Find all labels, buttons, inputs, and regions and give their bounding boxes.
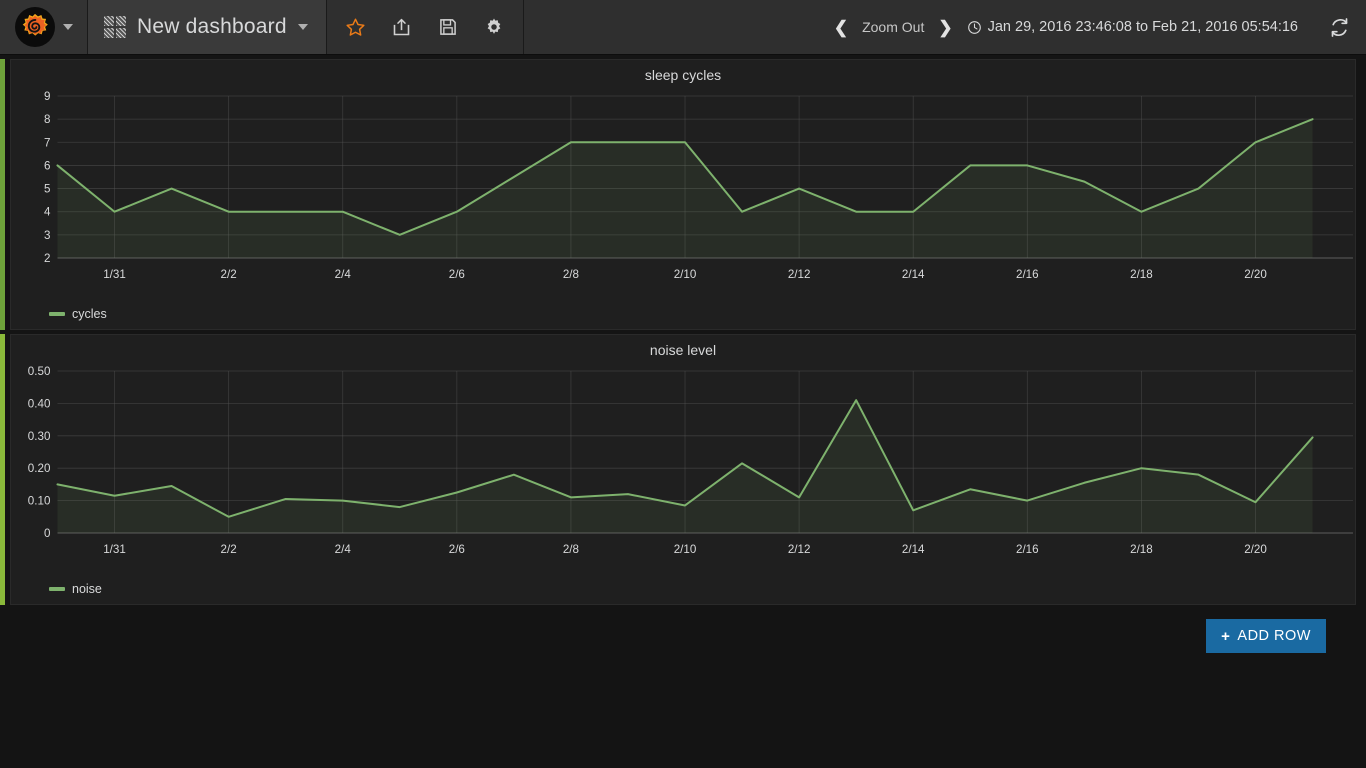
svg-text:2/16: 2/16	[1016, 544, 1039, 556]
settings-button[interactable]	[471, 0, 517, 55]
chevron-down-icon[interactable]	[297, 24, 308, 30]
dashboard-grid-icon	[104, 16, 126, 38]
svg-text:2/8: 2/8	[563, 269, 579, 281]
svg-text:7: 7	[44, 137, 50, 149]
graph-sleep-cycles[interactable]: 2 3 4 5 6 7 8 9 1/31 2/2 2/4 2/6 2/8 2/10 2/12 2/14 2/16…	[11, 86, 1355, 301]
svg-text:2/18: 2/18	[1130, 269, 1153, 281]
plus-icon: +	[1221, 627, 1231, 645]
svg-text:2/18: 2/18	[1130, 544, 1153, 556]
add-row-area: + ADD ROW	[0, 605, 1366, 653]
panel-title[interactable]: noise level	[11, 335, 1355, 361]
svg-text:2: 2	[44, 253, 50, 265]
brand-menu[interactable]	[0, 0, 88, 54]
svg-text:2/6: 2/6	[449, 544, 465, 556]
top-navbar: New dashboard ❮ Zoom Out ❯ Jan 29, 2016 …	[0, 0, 1366, 55]
svg-text:6: 6	[44, 160, 50, 172]
refresh-button[interactable]	[1316, 0, 1362, 55]
legend-label[interactable]: noise	[72, 582, 102, 596]
svg-text:2/10: 2/10	[674, 269, 697, 281]
svg-text:4: 4	[44, 207, 51, 219]
share-button[interactable]	[379, 0, 425, 55]
svg-text:0.10: 0.10	[28, 496, 51, 508]
svg-text:5: 5	[44, 184, 50, 196]
dashboard-row-1: sleep cycles 2 3 4 5 6 7 8 9 1/31 2/2 2/4 2/6 2/8 2/1…	[0, 59, 1356, 330]
svg-text:2/14: 2/14	[902, 544, 925, 556]
dashboard-title: New dashboard	[137, 15, 287, 38]
chevron-down-icon[interactable]	[62, 24, 73, 30]
save-button[interactable]	[425, 0, 471, 55]
legend-sleep-cycles: cycles	[11, 301, 1355, 329]
row-handle-1[interactable]	[0, 59, 5, 330]
svg-text:2/12: 2/12	[788, 269, 811, 281]
svg-text:2/20: 2/20	[1244, 269, 1267, 281]
time-range-picker[interactable]: Jan 29, 2016 23:46:08 to Feb 21, 2016 05…	[967, 19, 1316, 35]
favorite-button[interactable]	[333, 0, 379, 55]
svg-text:2/2: 2/2	[221, 544, 237, 556]
dashboard-row-2: noise level 0 0.10 0.20 0.30 0.40 0.50 1/31 2/2…	[0, 334, 1356, 605]
zoom-out-button[interactable]: Zoom Out	[862, 19, 924, 35]
panel-noise-level[interactable]: noise level 0 0.10 0.20 0.30 0.40 0.50 1/31 2/2…	[10, 334, 1356, 605]
svg-text:2/4: 2/4	[335, 544, 352, 556]
clock-icon	[967, 20, 981, 34]
add-row-label: ADD ROW	[1237, 628, 1311, 644]
zoom-group: ❮ Zoom Out ❯	[834, 19, 967, 36]
svg-text:2/6: 2/6	[449, 269, 465, 281]
svg-text:2/14: 2/14	[902, 269, 925, 281]
legend-label[interactable]: cycles	[72, 307, 107, 321]
svg-text:2/8: 2/8	[563, 544, 579, 556]
svg-text:9: 9	[44, 91, 50, 103]
graph-noise-level[interactable]: 0 0.10 0.20 0.30 0.40 0.50 1/31 2/2 2/4 2/6 2/8 2/1…	[11, 361, 1355, 576]
chevron-left-icon[interactable]: ❮	[834, 19, 848, 36]
svg-text:8: 8	[44, 114, 50, 126]
svg-text:2/10: 2/10	[674, 544, 697, 556]
time-range-label: Jan 29, 2016 23:46:08 to Feb 21, 2016 05…	[987, 19, 1298, 35]
row-handle-2[interactable]	[0, 334, 5, 605]
svg-text:0: 0	[44, 528, 50, 540]
svg-text:0.20: 0.20	[28, 463, 51, 475]
svg-text:0.40: 0.40	[28, 398, 51, 410]
time-controls: ❮ Zoom Out ❯ Jan 29, 2016 23:46:08 to Fe…	[833, 0, 1366, 55]
dashboard-picker[interactable]: New dashboard	[88, 0, 327, 54]
svg-text:2/4: 2/4	[335, 269, 352, 281]
legend-swatch	[49, 587, 65, 591]
svg-text:0.50: 0.50	[28, 366, 51, 378]
legend-swatch	[49, 312, 65, 316]
svg-text:2/16: 2/16	[1016, 269, 1039, 281]
svg-text:1/31: 1/31	[103, 269, 126, 281]
svg-text:3: 3	[44, 230, 50, 242]
panel-title[interactable]: sleep cycles	[11, 60, 1355, 86]
svg-text:2/20: 2/20	[1244, 544, 1267, 556]
refresh-icon	[1331, 17, 1347, 37]
grafana-logo-icon[interactable]	[14, 7, 55, 47]
svg-text:1/31: 1/31	[103, 544, 126, 556]
svg-text:2/2: 2/2	[221, 269, 237, 281]
panel-sleep-cycles[interactable]: sleep cycles 2 3 4 5 6 7 8 9 1/31 2/2 2/4 2/6 2/8 2/1…	[10, 59, 1356, 330]
svg-text:2/12: 2/12	[788, 544, 811, 556]
navbar-spacer	[523, 0, 834, 54]
legend-noise-level: noise	[11, 576, 1355, 604]
svg-text:0.30: 0.30	[28, 431, 51, 443]
chevron-right-icon[interactable]: ❯	[938, 19, 952, 36]
dashboard-body: sleep cycles 2 3 4 5 6 7 8 9 1/31 2/2 2/4 2/6 2/8 2/1…	[0, 59, 1366, 653]
add-row-button[interactable]: + ADD ROW	[1206, 619, 1326, 653]
dashboard-actions	[326, 0, 524, 55]
